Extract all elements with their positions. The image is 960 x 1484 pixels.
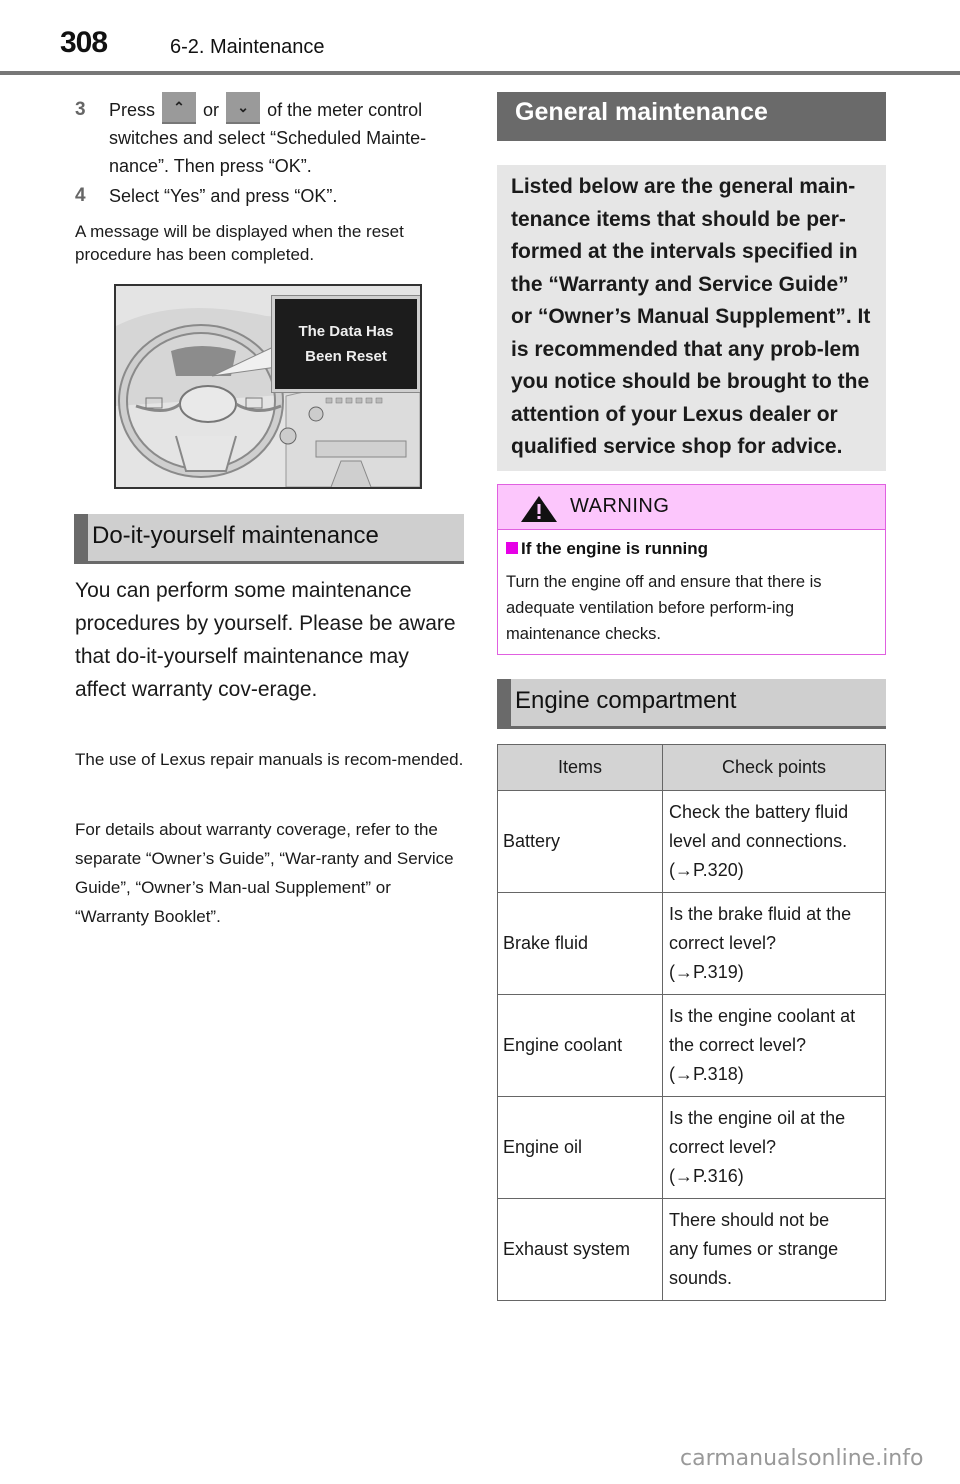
item-cell: Brake fluid (497, 892, 663, 995)
down-arrow-switch-icon: ⌄ (226, 92, 261, 125)
column-header-check-points: Check points (662, 744, 886, 791)
steps-block: 3 Press ⌃ or ⌄ of the meter control swit… (75, 92, 465, 266)
table-row: Exhaust system There should not be any fum… (497, 1198, 886, 1301)
warning-title: WARNING (570, 495, 670, 517)
step-text: or (203, 100, 220, 120)
warning-subheading-text: If the engine is running (521, 539, 708, 558)
warning-box: WARNING If the engine is running Turn th… (497, 484, 886, 655)
check-point-line: any fumes or strange (669, 1239, 839, 1259)
table-row: Engine oil Is the engine oil at the correc… (497, 1096, 886, 1199)
table-row: Brake fluid Is the brake fluid at the corr… (497, 892, 886, 995)
warning-header: WARNING (498, 485, 885, 530)
check-point-cell: There should not be any fumes or strange s… (662, 1198, 886, 1301)
check-point-cell: Is the brake fluid at the correct level? (… (662, 892, 886, 995)
step-text: Press (109, 100, 156, 120)
check-point-line: level and connections. (669, 831, 848, 851)
item-cell: Engine coolant (497, 994, 663, 1097)
engine-compartment-table: Items Check points Battery Check the batt… (497, 744, 886, 1301)
dashboard-illustration: The Data Has Been Reset (114, 284, 422, 489)
warning-subheading: If the engine is running (506, 539, 708, 559)
table-row: Battery Check the battery fluid level and … (497, 790, 886, 893)
heading-accent (74, 514, 88, 561)
check-point-line: correct level? (669, 1137, 777, 1157)
reset-message-callout: The Data Has Been Reset (272, 296, 420, 392)
check-point-line: Is the engine oil at the (669, 1108, 846, 1128)
general-maintenance-summary: Listed below are the general main-tenanc… (497, 165, 886, 471)
table-header-row: Items Check points (497, 744, 886, 791)
page-number: 308 (60, 26, 108, 59)
watermark: carmanualsonline.info (680, 1446, 924, 1471)
heading-label: General maintenance (515, 98, 768, 126)
check-point-line: (→P.319) (669, 962, 744, 982)
warranty-note: For details about warranty coverage, ref… (75, 820, 454, 926)
table-row: Engine coolant Is the engine coolant at th… (497, 994, 886, 1097)
check-point-line: Is the engine coolant at (669, 1006, 856, 1026)
check-point-line: (→P.318) (669, 1064, 744, 1084)
check-point-line: sounds. (669, 1268, 733, 1288)
heading-label: Do-it-yourself maintenance (92, 522, 379, 549)
warning-text: Turn the engine off and ensure that ther… (506, 573, 822, 643)
check-point-line: (→P.320) (669, 860, 744, 880)
check-point-line: There should not be (669, 1210, 830, 1230)
warning-triangle-icon (521, 496, 557, 522)
up-arrow-switch-icon: ⌃ (162, 92, 197, 125)
step-3: 3 Press ⌃ or ⌄ of the meter control swit… (75, 92, 465, 180)
heading-label: Engine compartment (515, 687, 737, 714)
header-divider (0, 71, 960, 75)
general-maintenance-heading: General maintenance (497, 92, 886, 141)
check-point-cell: Is the engine coolant at the correct leve… (662, 994, 886, 1097)
step-text: of the meter control switches and select… (109, 100, 427, 177)
diy-maintenance-heading: Do-it-yourself maintenance (74, 514, 464, 564)
magenta-square-icon (506, 542, 518, 554)
heading-accent (497, 679, 511, 726)
item-cell: Engine oil (497, 1096, 663, 1199)
step-text: Select “Yes” and press “OK”. (109, 186, 338, 207)
check-point-line: Is the brake fluid at the (669, 904, 852, 924)
section-title: 6-2. Maintenance (170, 36, 325, 58)
repair-manual-note: The use of Lexus repair manuals is recom… (75, 750, 464, 769)
check-point-cell: Is the engine oil at the correct level? (→… (662, 1096, 886, 1199)
callout-text: Been Reset (305, 348, 387, 365)
check-point-line: the correct level? (669, 1035, 807, 1055)
item-cell: Exhaust system (497, 1198, 663, 1301)
item-cell: Battery (497, 790, 663, 893)
check-point-cell: Check the battery fluid level and connect… (662, 790, 886, 893)
step-4: 4 Select “Yes” and press “OK”. (75, 182, 465, 210)
diy-intro: You can perform some maintenance procedu… (75, 579, 456, 701)
reset-note: A message will be displayed when the res… (75, 222, 404, 265)
check-point-line: (→P.316) (669, 1166, 744, 1186)
check-point-line: correct level? (669, 933, 777, 953)
check-point-line: Check the battery fluid (669, 802, 849, 822)
callout-text: The Data Has (298, 323, 394, 340)
column-header-items: Items (497, 744, 663, 791)
step-number: 4 (75, 185, 86, 207)
step-number: 3 (75, 99, 86, 120)
engine-compartment-heading: Engine compartment (497, 679, 886, 729)
